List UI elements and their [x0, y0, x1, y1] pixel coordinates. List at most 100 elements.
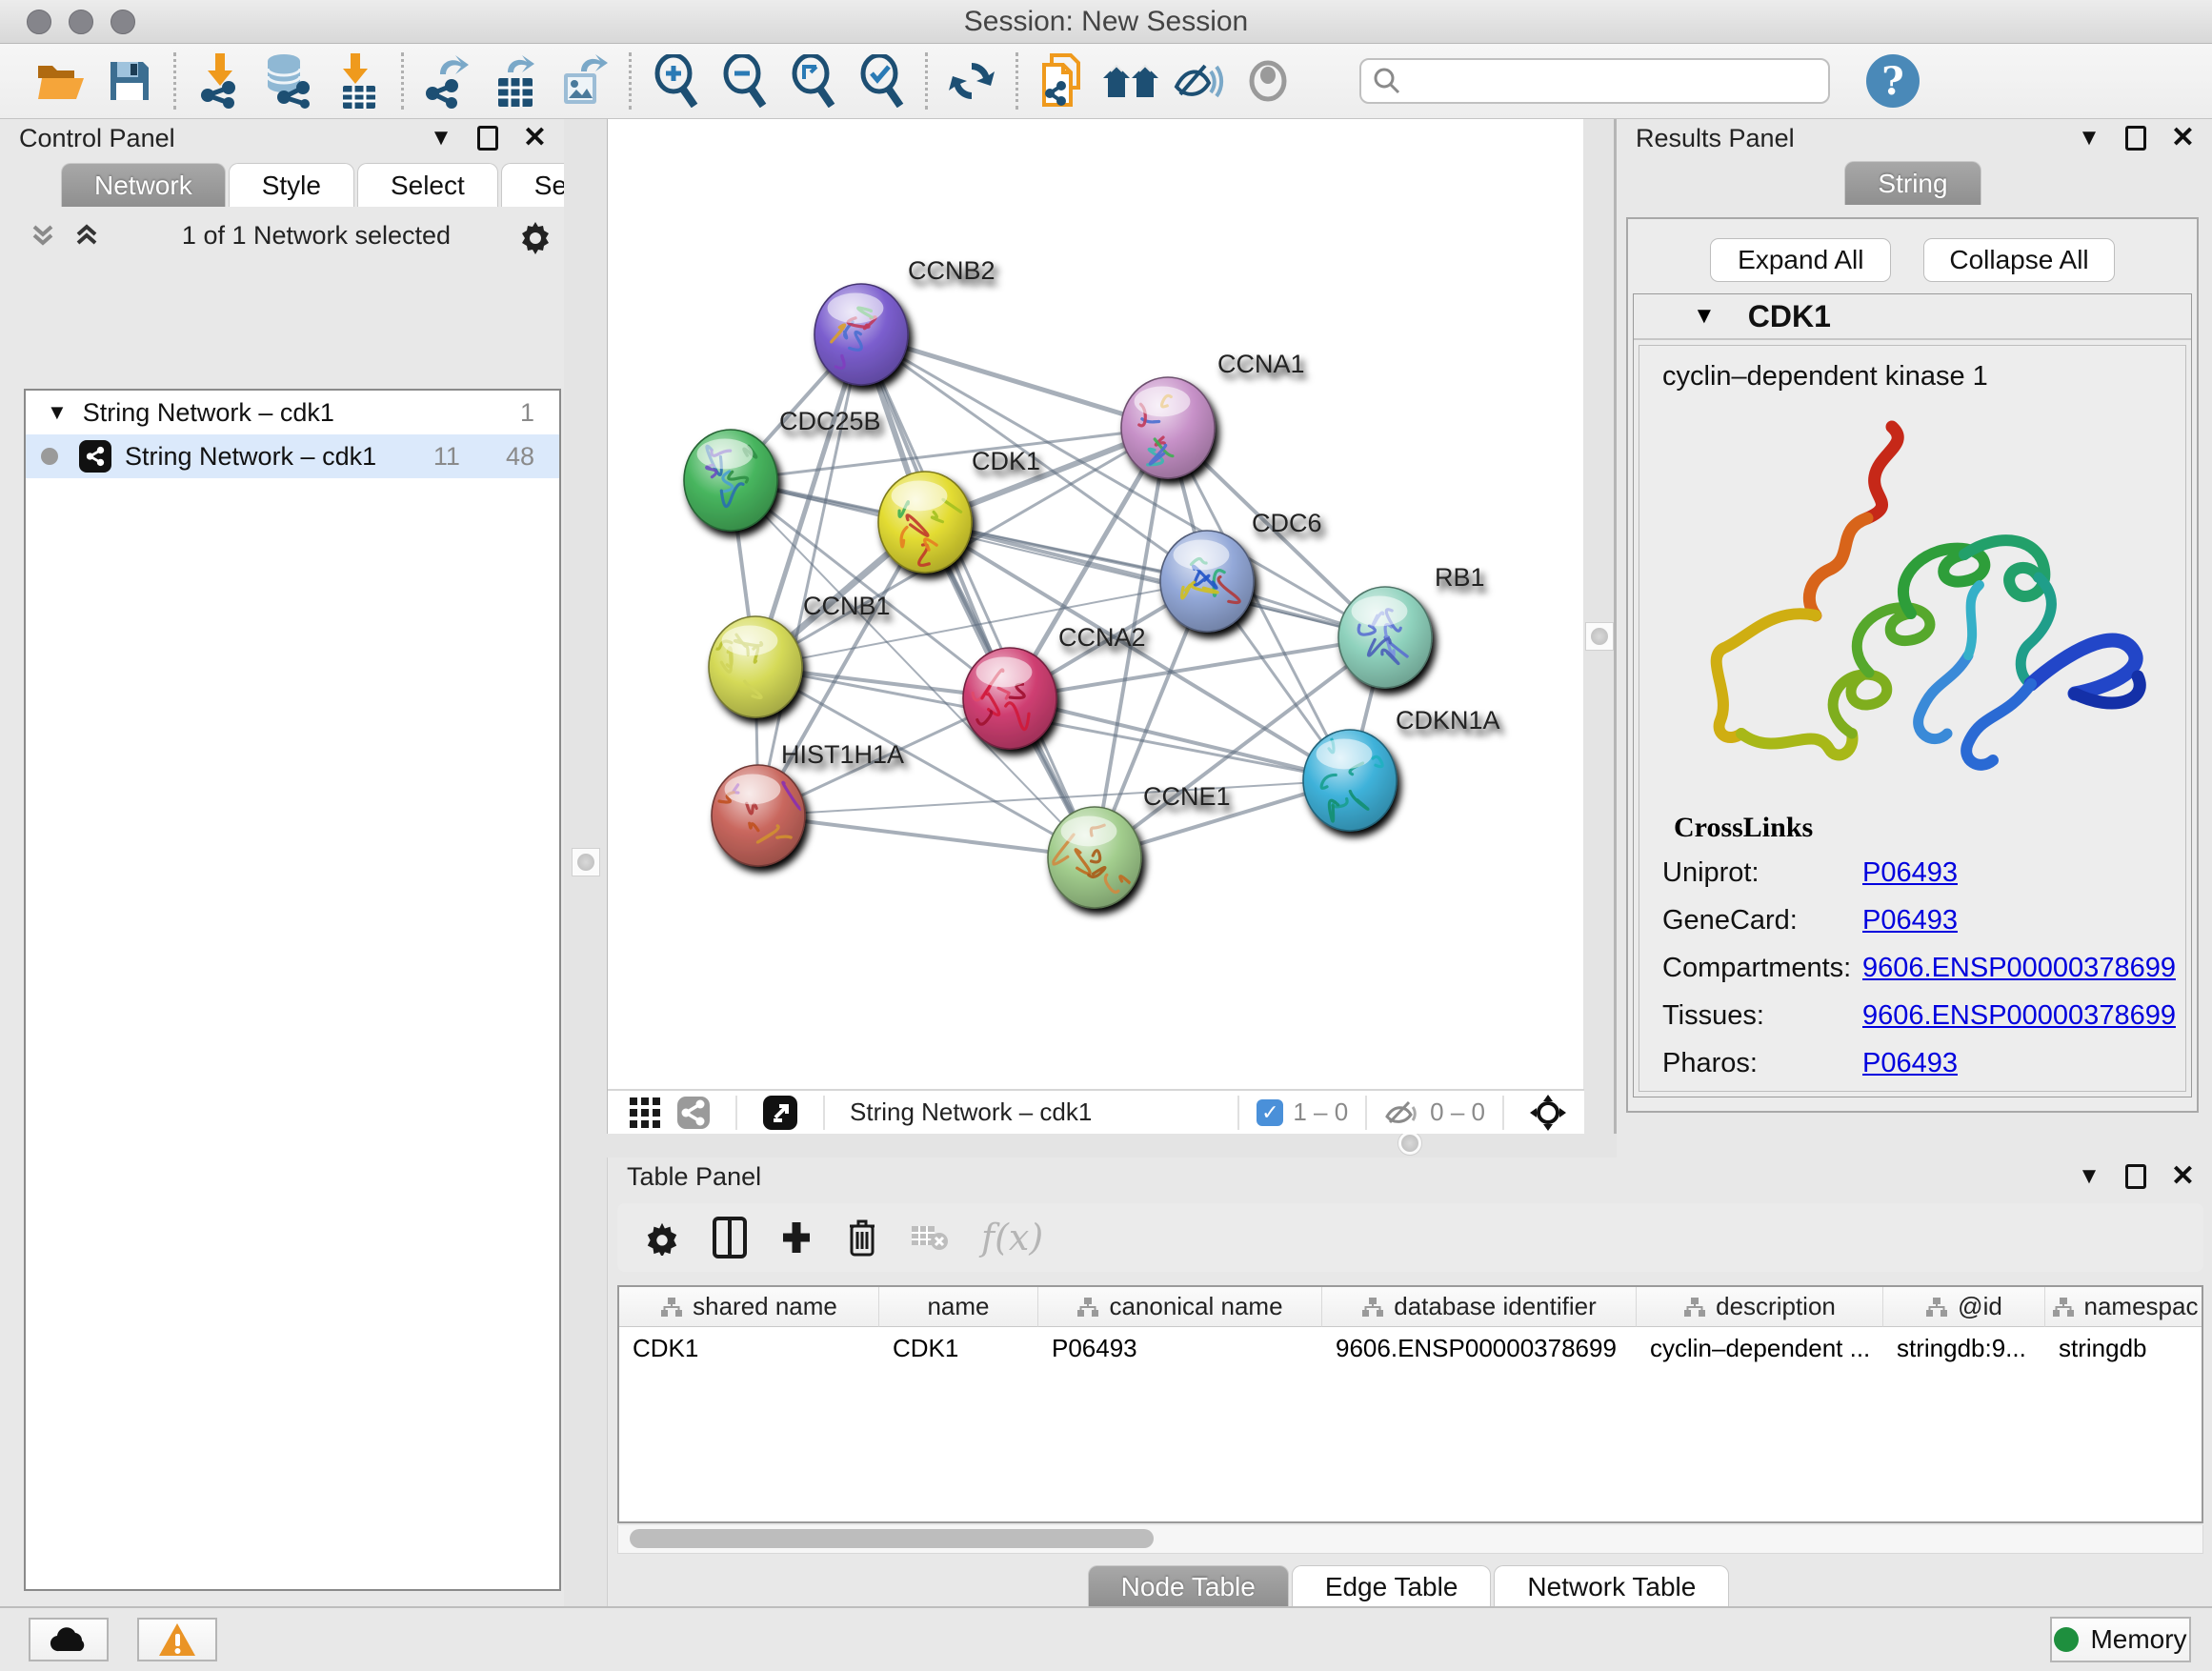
column-header[interactable]: namespac: [2045, 1287, 2203, 1327]
expand-all-button[interactable]: Expand All: [1710, 238, 1891, 282]
zoom-out-button[interactable]: [710, 50, 778, 111]
help-button[interactable]: ?: [1866, 54, 1920, 108]
function-builder-button[interactable]: f(x): [981, 1217, 1043, 1258]
crosslink-link[interactable]: P06493: [1862, 857, 1958, 889]
tab-network-table[interactable]: Network Table: [1494, 1565, 1729, 1607]
warnings-button[interactable]: [137, 1618, 217, 1661]
network-row-selected[interactable]: String Network – cdk1 11 48: [26, 434, 559, 478]
clone-network-button[interactable]: [1028, 50, 1096, 111]
export-image-button[interactable]: [551, 50, 619, 111]
close-panel-icon[interactable]: ✕: [523, 124, 547, 152]
network-node[interactable]: CCNA1: [1121, 350, 1305, 478]
table-cell[interactable]: CDK1: [619, 1327, 879, 1369]
add-column-button[interactable]: [779, 1217, 814, 1258]
scrollbar-thumb[interactable]: [630, 1529, 1154, 1548]
right-splitter-handle[interactable]: [1585, 622, 1614, 651]
import-table-button[interactable]: [323, 50, 392, 111]
selected-checkbox-icon[interactable]: ✓: [1257, 1099, 1283, 1126]
tab-node-table[interactable]: Node Table: [1088, 1565, 1289, 1607]
show-columns-button[interactable]: [713, 1217, 747, 1258]
table-cell[interactable]: stringdb: [2045, 1327, 2203, 1369]
close-panel-icon[interactable]: ✕: [2171, 124, 2195, 152]
left-splitter[interactable]: [564, 119, 607, 1606]
network-node[interactable]: HIST1H1A: [712, 740, 904, 866]
network-node[interactable]: CDK1: [878, 447, 1040, 573]
table-cell[interactable]: 9606.ENSP00000378699: [1322, 1327, 1637, 1369]
cloud-button[interactable]: [29, 1618, 109, 1661]
network-node[interactable]: RB1: [1338, 563, 1485, 688]
table-cell[interactable]: CDK1: [879, 1327, 1038, 1369]
export-network-button[interactable]: [413, 50, 482, 111]
table-settings-button[interactable]: [644, 1219, 680, 1256]
table-cell[interactable]: P06493: [1038, 1327, 1322, 1369]
network-edge[interactable]: [758, 815, 1095, 857]
collapse-panel-icon[interactable]: ▼: [430, 127, 452, 150]
network-options-gear-icon[interactable]: [516, 216, 554, 254]
crosslink-link[interactable]: P06493: [1862, 1048, 1958, 1079]
collection-expander-icon[interactable]: ▼: [47, 400, 68, 425]
column-header[interactable]: description: [1637, 1287, 1883, 1327]
node-table[interactable]: shared namenamecanonical namedatabase id…: [617, 1285, 2203, 1523]
memory-button[interactable]: Memory: [2050, 1617, 2191, 1662]
horizontal-splitter-handle[interactable]: [1398, 1131, 1422, 1156]
search-input[interactable]: [1411, 62, 1817, 100]
import-network-button[interactable]: [186, 50, 254, 111]
gene-expander-icon[interactable]: ▼: [1693, 303, 1716, 330]
zoom-fit-button[interactable]: [778, 50, 847, 111]
show-panel-button[interactable]: [1234, 50, 1302, 111]
column-header[interactable]: database identifier: [1322, 1287, 1637, 1327]
collapse-all-networks-icon[interactable]: [72, 221, 101, 250]
float-panel-icon[interactable]: [2125, 1164, 2146, 1189]
import-database-button[interactable]: [254, 50, 323, 111]
collapse-panel-icon[interactable]: ▼: [2078, 1165, 2101, 1188]
export-table-button[interactable]: [482, 50, 551, 111]
birds-eye-button[interactable]: [1521, 1094, 1575, 1132]
network-share-view-button[interactable]: [669, 1096, 718, 1130]
gene-panel-header[interactable]: ▼ CDK1: [1634, 294, 2191, 340]
network-node[interactable]: CDC25B: [684, 407, 881, 531]
tab-string[interactable]: String: [1844, 161, 1981, 205]
export-view-button[interactable]: [754, 1095, 806, 1131]
expand-all-networks-icon[interactable]: [29, 221, 57, 250]
column-header[interactable]: shared name: [619, 1287, 879, 1327]
column-header[interactable]: @id: [1883, 1287, 2045, 1327]
network-canvas[interactable]: CCNB2CCNA1CDC25BCDK1CDC6RB1CCNB1CCNA2CDK…: [607, 119, 1583, 1134]
network-node[interactable]: CDC6: [1160, 509, 1322, 632]
collapse-all-button[interactable]: Collapse All: [1923, 238, 2114, 282]
hide-panel-button[interactable]: [1165, 50, 1234, 111]
crosslink-link[interactable]: P06493: [1862, 905, 1958, 936]
table-horizontal-scrollbar[interactable]: [617, 1525, 2203, 1554]
tab-edge-table[interactable]: Edge Table: [1292, 1565, 1492, 1607]
network-edge[interactable]: [861, 334, 1168, 428]
network-graph[interactable]: CCNB2CCNA1CDC25BCDK1CDC6RB1CCNB1CCNA2CDK…: [608, 127, 1584, 1089]
close-panel-icon[interactable]: ✕: [2171, 1162, 2195, 1191]
open-session-button[interactable]: [27, 50, 95, 111]
tab-select[interactable]: Select: [357, 163, 498, 207]
network-node[interactable]: CDKN1A: [1303, 706, 1500, 831]
column-header[interactable]: name: [879, 1287, 1038, 1327]
network-node[interactable]: CCNE1: [1048, 782, 1231, 908]
delete-table-button[interactable]: [911, 1222, 949, 1253]
zoom-in-button[interactable]: [641, 50, 710, 111]
layout-homes-button[interactable]: [1096, 50, 1165, 111]
zoom-selected-button[interactable]: [847, 50, 915, 111]
crosslink-link[interactable]: 9606.ENSP00000378699: [1862, 953, 2176, 984]
float-panel-icon[interactable]: [477, 126, 498, 151]
crosslink-link[interactable]: 9606.ENSP00000378699: [1862, 1000, 2176, 1032]
float-panel-icon[interactable]: [2125, 126, 2146, 151]
tab-style[interactable]: Style: [229, 163, 354, 207]
table-cell[interactable]: stringdb:9...: [1883, 1327, 2045, 1369]
network-collection-row[interactable]: ▼ String Network – cdk1 1: [26, 391, 559, 434]
network-edge[interactable]: [861, 334, 1095, 857]
delete-column-button[interactable]: [846, 1217, 878, 1258]
refresh-button[interactable]: [937, 50, 1006, 111]
save-session-button[interactable]: [95, 50, 164, 111]
table-cell[interactable]: cyclin–dependent ...: [1637, 1327, 1883, 1369]
network-edge[interactable]: [925, 522, 1385, 637]
tab-network[interactable]: Network: [61, 163, 226, 207]
column-header[interactable]: canonical name: [1038, 1287, 1322, 1327]
grid-view-button[interactable]: [621, 1097, 669, 1129]
left-splitter-handle[interactable]: [572, 848, 600, 876]
network-node[interactable]: CCNB1: [709, 592, 891, 717]
right-splitter[interactable]: [1583, 119, 1617, 1134]
